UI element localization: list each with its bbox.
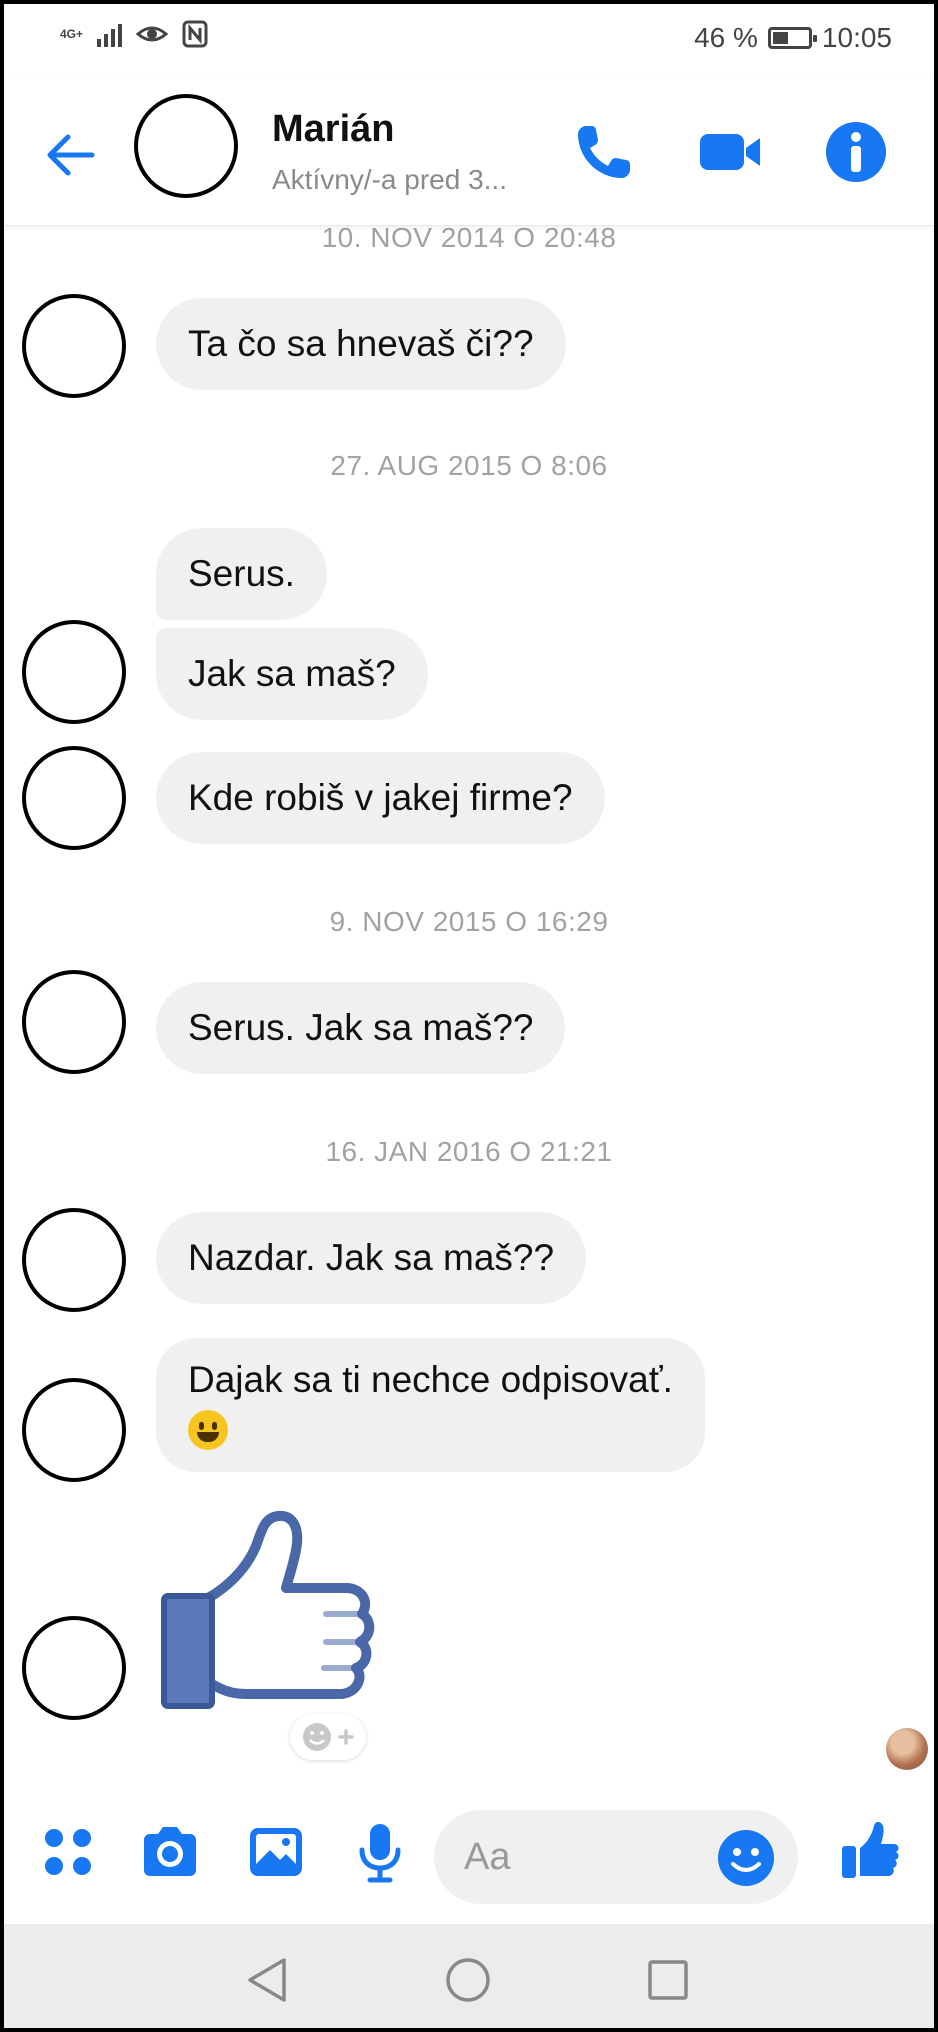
message-text: Serus. Jak sa maš?? [188,1007,534,1048]
message-bubble[interactable]: Jak sa maš? [156,628,428,720]
message-text: Nazdar. Jak sa maš?? [188,1237,555,1278]
eye-comfort-icon [136,26,169,42]
message-bubble[interactable]: Dajak sa ti nechce odpisovať. [156,1338,705,1472]
date-separator: 9. NOV 2015 O 16:29 [329,906,609,937]
contact-name[interactable]: Marián [272,108,394,151]
message-composer: Aa [0,1790,938,1920]
emoji-icon[interactable] [716,1828,776,1888]
phone-call-icon[interactable] [572,120,636,184]
read-receipt-avatar [886,1728,928,1770]
message-bubble[interactable]: Serus. Jak sa maš?? [156,982,566,1074]
back-arrow-icon[interactable] [40,125,100,185]
sender-avatar[interactable] [22,1616,126,1720]
status-bar: 4G+ 46 % 10:05 [0,0,938,80]
sender-avatar[interactable] [22,1208,126,1312]
thumbs-up-sticker[interactable] [156,1506,376,1716]
gallery-icon[interactable] [244,1820,308,1884]
back-triangle-icon[interactable] [240,1952,296,2008]
system-navigation-bar [0,1924,938,2032]
message-bubble[interactable]: Serus. [156,528,327,620]
message-input[interactable]: Aa [434,1810,798,1904]
message-text: Kde robiš v jakej firme? [188,777,573,818]
info-icon[interactable] [824,120,888,184]
sender-avatar[interactable] [22,746,126,850]
chat-header: Marián Aktívny/-a pred 3... [0,80,938,226]
status-right: 46 % 10:05 [694,22,892,54]
home-circle-icon[interactable] [440,1952,496,2008]
date-separator: 27. AUG 2015 O 8:06 [330,450,608,481]
nfc-icon [182,20,208,48]
sender-avatar[interactable] [22,294,126,398]
date-separator: 10. NOV 2014 O 20:48 [321,222,617,253]
message-input-placeholder: Aa [464,1836,511,1878]
status-left: 4G+ [60,20,208,48]
signal-icon [97,21,123,47]
message-bubble[interactable]: Kde robiš v jakej firme? [156,752,605,844]
message-text: Jak sa maš? [188,653,396,694]
sender-avatar[interactable] [22,620,126,724]
contact-active-status: Aktívny/-a pred 3... [272,164,507,195]
add-reaction-button[interactable] [290,1714,366,1760]
recents-square-icon[interactable] [640,1952,696,2008]
grinning-face-emoji [188,1410,228,1451]
battery-percent: 46 % [694,22,758,53]
menu-grid-icon[interactable] [36,1820,100,1884]
like-icon[interactable] [838,1818,902,1882]
add-reaction-icon [303,1723,354,1751]
date-separator: 16. JAN 2016 O 21:21 [325,1136,613,1167]
network-type: 4G+ [60,27,84,41]
message-bubble[interactable]: Nazdar. Jak sa maš?? [156,1212,587,1304]
battery-icon [767,27,817,49]
contact-avatar[interactable] [134,94,238,198]
sender-avatar[interactable] [22,1378,126,1482]
message-text: Dajak sa ti nechce odpisovať. [188,1359,673,1400]
microphone-icon[interactable] [348,1820,412,1884]
camera-icon[interactable] [138,1820,202,1884]
message-bubble[interactable]: Ta čo sa hnevaš či?? [156,298,566,390]
message-text: Serus. [188,553,295,594]
video-call-icon[interactable] [698,120,762,184]
sender-avatar[interactable] [22,970,126,1074]
clock: 10:05 [821,22,892,53]
message-text: Ta čo sa hnevaš či?? [188,323,534,364]
